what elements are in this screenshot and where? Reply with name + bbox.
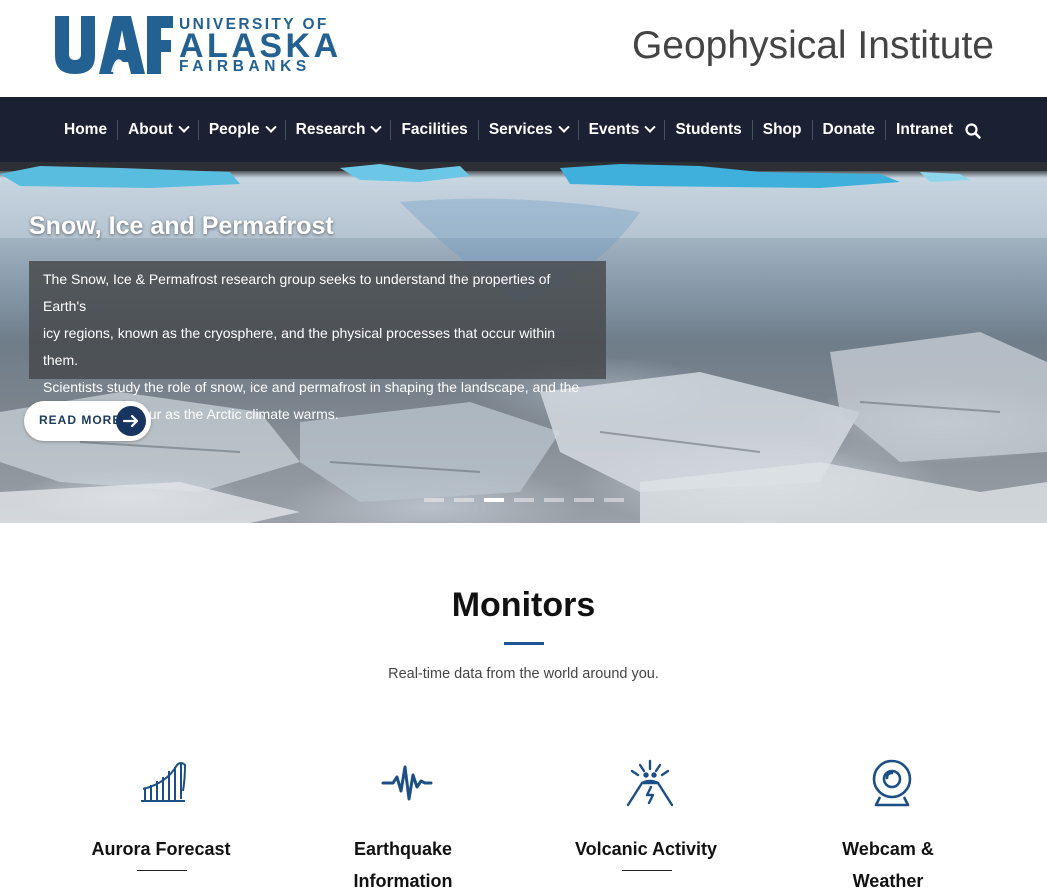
site-title[interactable]: Geophysical Institute — [632, 24, 994, 68]
nav-item-label: Shop — [762, 120, 802, 138]
nav-item-label: Intranet — [896, 120, 953, 138]
hero-title: Snow, Ice and Permafrost — [29, 212, 334, 240]
nav-item-shop[interactable]: Shop — [751, 119, 812, 140]
read-more-label: READ MORE — [39, 413, 122, 427]
monitor-card-aurora[interactable]: Aurora Forecast — [51, 755, 271, 890]
nav-item-label: People — [208, 120, 260, 138]
seismograph-icon — [381, 765, 433, 801]
nav-item-label: Students — [675, 120, 742, 138]
card-divider — [137, 870, 187, 871]
monitor-card-title: Aurora Forecast — [51, 833, 271, 865]
uaf-logo-mark: TM — [55, 16, 173, 74]
uaf-logo-link[interactable]: TM UNIVERSITY OF ALASKA FAIRBANKS — [55, 16, 338, 76]
monitor-card-earthquake[interactable]: Earthquake Information — [293, 755, 513, 890]
nav-item-intranet[interactable]: Intranet — [885, 119, 963, 140]
monitor-card-title-line: Volcanic Activity — [574, 839, 718, 859]
nav-item-home[interactable]: Home — [54, 120, 117, 140]
nav-item-label: Events — [588, 120, 640, 138]
monitor-card-title: Earthquake Information — [293, 833, 513, 890]
arrow-right-icon — [116, 406, 146, 436]
nav-item-facilities[interactable]: Facilities — [390, 119, 477, 140]
slider-dot[interactable] — [574, 498, 594, 502]
monitor-card-title-line: Information — [353, 871, 453, 890]
chevron-down-icon — [370, 121, 383, 133]
nav-list: Home About People Research Facilities Se… — [54, 97, 963, 162]
logo-line-fairbanks: FAIRBANKS — [179, 58, 311, 75]
site-header: TM UNIVERSITY OF ALASKA FAIRBANKS Geophy… — [0, 0, 1047, 97]
slider-dot[interactable] — [514, 498, 534, 502]
nav-item-about[interactable]: About — [117, 119, 198, 140]
nav-item-label: Research — [295, 120, 366, 138]
monitor-card-title: Webcam & Weather — [778, 833, 998, 890]
nav-item-label: Facilities — [401, 120, 468, 138]
nav-item-research[interactable]: Research — [284, 119, 391, 140]
monitor-card-title-line: Aurora Forecast — [91, 839, 231, 859]
hero-description-line: Scientists study the role of snow, ice a… — [43, 379, 580, 395]
slider-dot[interactable] — [604, 498, 624, 502]
main-nav: Home About People Research Facilities Se… — [0, 97, 1047, 162]
nav-item-people[interactable]: People — [197, 119, 285, 140]
slider-pagination — [424, 498, 624, 502]
monitor-card-title-line: Weather — [852, 871, 924, 890]
aurora-icon — [141, 762, 187, 802]
monitors-heading: Monitors — [451, 586, 596, 624]
slider-dot-active[interactable] — [484, 498, 504, 502]
hero-description-box: The Snow, Ice & Permafrost research grou… — [29, 261, 606, 422]
svg-text:TM: TM — [153, 69, 160, 74]
monitor-card-title: Volcanic Activity — [536, 833, 756, 865]
monitors-subtitle: Real-time data from the world around you… — [388, 666, 659, 682]
chevron-down-icon — [644, 121, 657, 133]
monitor-card-volcanic[interactable]: Volcanic Activity — [536, 755, 756, 890]
chevron-down-icon — [265, 121, 277, 133]
nav-item-events[interactable]: Events — [577, 119, 665, 140]
hero-description-line: The Snow, Ice & Permafrost research grou… — [43, 271, 551, 314]
volcano-icon — [626, 759, 674, 807]
monitor-card-title-line: Earthquake — [353, 839, 453, 859]
monitor-card-webcam[interactable]: Webcam & Weather — [778, 755, 998, 890]
chevron-down-icon — [178, 121, 190, 133]
slider-dot[interactable] — [424, 498, 444, 502]
nav-item-label: Home — [64, 120, 108, 138]
slider-dot[interactable] — [454, 498, 474, 502]
webcam-icon — [872, 759, 912, 807]
hero-slider: Snow, Ice and Permafrost The Snow, Ice &… — [0, 162, 1047, 523]
hero-description-line: icy regions, known as the cryosphere, an… — [43, 325, 556, 368]
chevron-down-icon — [557, 121, 570, 133]
nav-item-label: Services — [488, 120, 553, 138]
monitor-card-title-line: Webcam & — [842, 839, 934, 859]
nav-item-services[interactable]: Services — [477, 119, 578, 140]
nav-item-donate[interactable]: Donate — [811, 119, 886, 140]
read-more-button[interactable]: READ MORE — [24, 401, 151, 441]
heading-divider — [504, 642, 544, 645]
nav-item-label: About — [128, 120, 173, 138]
nav-item-label: Donate — [822, 120, 876, 138]
nav-item-students[interactable]: Students — [664, 119, 751, 140]
search-icon[interactable] — [964, 122, 982, 140]
slider-dot[interactable] — [544, 498, 564, 502]
card-divider — [622, 870, 672, 871]
